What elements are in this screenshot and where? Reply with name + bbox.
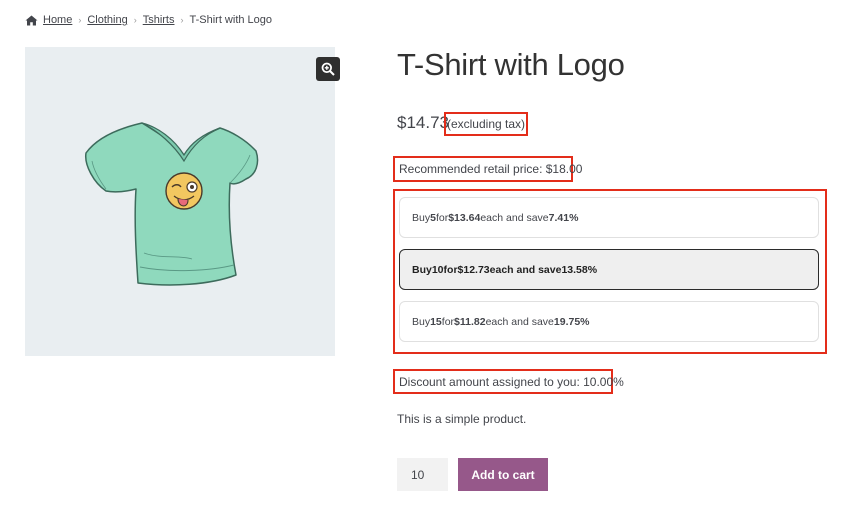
discount-amount: Discount amount assigned to you: 10.00%: [393, 369, 624, 394]
breadcrumb-home-link[interactable]: Home: [43, 14, 72, 26]
tier-save: 19.75%: [553, 315, 590, 328]
tier-text: Buy: [412, 211, 431, 224]
tier-text: each and save: [480, 211, 549, 224]
breadcrumb: Home › Clothing › Tshirts › T-Shirt with…: [25, 14, 272, 26]
tax-note: (excluding tax): [444, 112, 528, 136]
zoom-in-icon: [321, 62, 335, 76]
tier-qty: 10: [431, 263, 444, 276]
tier-text: for: [441, 315, 455, 328]
breadcrumb-current: T-Shirt with Logo: [189, 14, 273, 26]
zoom-button[interactable]: [316, 57, 340, 81]
tier-save: 7.41%: [548, 211, 579, 224]
product-description: This is a simple product.: [397, 412, 527, 426]
recommended-retail-price: Recommended retail price: $18.00: [393, 156, 582, 182]
tier-option-10[interactable]: Buy 10 for $12.73 each and save 13.58%: [399, 249, 819, 290]
tier-text: each and save: [485, 315, 554, 328]
breadcrumb-separator: ›: [78, 15, 82, 25]
tier-text: Buy: [412, 315, 431, 328]
breadcrumb-separator: ›: [133, 15, 137, 25]
quantity-input[interactable]: [397, 458, 448, 491]
breadcrumb-tshirts-link[interactable]: Tshirts: [143, 14, 175, 26]
product-image[interactable]: [80, 103, 280, 303]
add-to-cart-button[interactable]: Add to cart: [458, 458, 548, 491]
tier-price: $13.64: [448, 211, 481, 224]
tier-price: $11.82: [454, 315, 486, 328]
tier-text: for: [443, 263, 458, 276]
tier-price: $12.73: [457, 263, 490, 276]
tier-text: for: [435, 211, 449, 224]
breadcrumb-separator: ›: [180, 15, 184, 25]
breadcrumb-clothing-link[interactable]: Clothing: [87, 14, 127, 26]
tier-text: each and save: [489, 263, 562, 276]
product-title: T-Shirt with Logo: [397, 47, 625, 82]
tier-save: 13.58%: [561, 263, 598, 276]
tier-option-5[interactable]: Buy 5 for $13.64 each and save 7.41%: [399, 197, 819, 238]
tier-pricing-options: Buy 5 for $13.64 each and save 7.41% Buy…: [393, 189, 827, 354]
home-icon: [25, 15, 38, 25]
tier-text: Buy: [412, 263, 432, 276]
tier-qty: 15: [430, 315, 442, 328]
product-price: $14.73: [397, 113, 449, 132]
tier-option-15[interactable]: Buy 15 for $11.82 each and save 19.75%: [399, 301, 819, 342]
